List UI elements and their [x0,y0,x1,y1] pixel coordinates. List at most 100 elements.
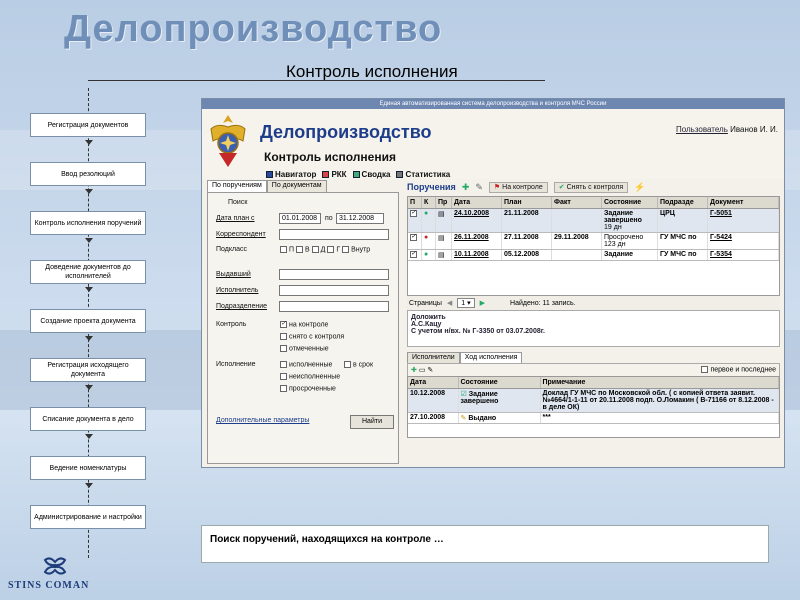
step-draft[interactable]: Создание проекта документа [30,309,146,333]
hist-date: 27.10.2008 [408,412,459,424]
on-control-button[interactable]: ⚑ На контроле [488,181,548,193]
division-input[interactable] [279,301,389,312]
tab-by-orders[interactable]: По поручениям [207,180,267,192]
add-icon[interactable]: ✚ [411,367,417,374]
row-plan: 21.11.2008 [501,208,552,233]
row-doc[interactable]: Г-5424 [707,232,779,250]
arrow-down-icon [85,238,93,243]
row-doc[interactable]: Г-5354 [707,249,779,261]
exec-ontime-option[interactable]: в срок [344,361,373,368]
col-p[interactable]: П [408,197,422,209]
col-plan[interactable]: План [501,197,552,209]
row-checkbox[interactable]: ✓ [410,209,417,217]
tab-by-documents[interactable]: По документам [266,180,327,192]
col-pr[interactable]: Пр [435,197,452,209]
page-select[interactable]: 1 ▾ [457,298,475,308]
col-dept[interactable]: Подразде [657,197,708,209]
exec-undone-option[interactable]: неисполненные [280,373,340,380]
table-row[interactable]: ✓ ● ▤ 10.11.2008 05.12.2008 Задание ГУ М… [408,249,779,261]
nav-bar: Навигатор РКК Сводка Статистика [266,170,450,179]
edit-icon[interactable]: ✎ [475,182,483,193]
note-line: Доложить [411,314,446,321]
control-marked-option[interactable]: отмеченные [280,345,329,352]
col-state[interactable]: Состояние [601,197,658,209]
issuer-input[interactable] [279,269,389,280]
date-from-input[interactable]: 01.01.2008 [279,213,321,224]
date-to-input[interactable]: 31.12.2008 [336,213,384,224]
app-title: Делопроизводство [260,122,432,142]
table-row[interactable]: 27.10.2008 ✎ Выдано *** [408,412,779,424]
first-last-checkbox[interactable] [701,366,709,374]
arrow-down-icon [85,287,93,292]
col-k[interactable]: К [421,197,436,209]
executor-label: Исполнитель [216,287,259,294]
subclass-v-checkbox[interactable] [295,246,303,253]
step-outgoing[interactable]: Регистрация исходящего документа [30,358,146,382]
step-control[interactable]: Контроль исполнения поручений [30,211,146,235]
find-button[interactable]: Найти [350,415,394,429]
nav-statistics[interactable]: Статистика [396,170,450,179]
subclass-g-checkbox[interactable] [327,246,335,253]
step-admin[interactable]: Администрирование и настройки [30,505,146,529]
row-date[interactable]: 10.11.2008 [451,249,502,261]
col-date[interactable]: Дата [451,197,502,209]
step-delivery[interactable]: Доведение документов до исполнителей [30,260,146,284]
control-off-option[interactable]: снято с контроля [280,333,344,340]
col-hist-date[interactable]: Дата [408,377,459,389]
col-hist-note[interactable]: Примечание [540,377,779,389]
control-marked-checkbox[interactable] [280,345,287,352]
exec-overdue-option[interactable]: просроченные [280,385,336,392]
exec-ontime-checkbox[interactable] [344,361,351,368]
exec-done-checkbox[interactable] [280,361,287,368]
nav-navigator[interactable]: Навигатор [266,170,316,179]
step-registration[interactable]: Регистрация документов [30,113,146,137]
subclass-internal-checkbox[interactable] [342,246,350,253]
tab-executors[interactable]: Исполнители [407,352,460,363]
step-archive[interactable]: Списание документа в дело [30,407,146,431]
col-hist-state[interactable]: Состояние [458,377,541,389]
control-off-checkbox[interactable] [280,333,287,340]
search-tabs: По поручениям По документам [207,180,399,192]
remove-control-button[interactable]: ✔ Снять с контроля [553,181,629,193]
summary-icon [352,171,360,178]
alert-icon[interactable]: ⚡ [634,182,645,193]
col-fact[interactable]: Факт [551,197,602,209]
date-label: Дата план с [216,215,255,222]
row-date[interactable]: 24.10.2008 [451,208,502,233]
control-on-checkbox[interactable]: ✓ [280,321,287,328]
remove-icon[interactable]: ▭ [419,367,426,374]
pager: Страницы ◀ 1 ▾ ▶ Найдено: 11 запись. [407,296,780,310]
subclass-d-checkbox[interactable] [311,246,319,253]
step-nomenclature[interactable]: Ведение номенклатуры [30,456,146,480]
tab-progress[interactable]: Ход исполнения [459,352,523,363]
step-resolutions[interactable]: Ввод резолюций [30,162,146,186]
control-on-option[interactable]: ✓ на контроле [280,321,328,328]
correspondent-input[interactable] [279,229,389,240]
nav-rkk[interactable]: РКК [322,170,347,179]
col-doc[interactable]: Документ [707,197,779,209]
row-checkbox[interactable]: ✓ [410,250,417,258]
next-page-icon[interactable]: ▶ [480,299,485,307]
row-fact: 29.11.2008 [551,232,602,250]
hist-note: Доклад ГУ МЧС по Московской обл. ( с коп… [540,388,779,413]
edit-icon[interactable]: ✎ [427,367,433,374]
first-last-option[interactable]: первое и последнее [701,366,776,374]
row-checkbox[interactable]: ✓ [410,233,417,241]
user-link[interactable]: Пользователь [676,125,728,134]
exec-undone-checkbox[interactable] [280,373,287,380]
table-row[interactable]: ✓ ● ▤ 24.10.2008 21.11.2008 Задание заве… [408,208,779,233]
executor-input[interactable] [279,285,389,296]
row-date[interactable]: 26.11.2008 [451,232,502,250]
add-icon[interactable]: ✚ [462,182,470,193]
exec-done-option[interactable]: исполненные [280,361,332,368]
row-doc[interactable]: Г-5051 [707,208,779,233]
table-row[interactable]: ✓ ● ▤ 26.11.2008 27.11.2008 29.11.2008 П… [408,232,779,250]
search-group-label: Поиск [228,199,248,206]
hist-state: ☑ Задание завершено [458,388,541,413]
table-row[interactable]: 10.12.2008 ☑ Задание завершено Доклад ГУ… [408,388,779,413]
nav-summary[interactable]: Сводка [352,170,390,179]
subclass-p-checkbox[interactable] [280,246,287,253]
more-params-link[interactable]: Дополнительные параметры [216,417,309,424]
prev-page-icon[interactable]: ◀ [447,299,452,307]
exec-overdue-checkbox[interactable] [280,385,287,392]
